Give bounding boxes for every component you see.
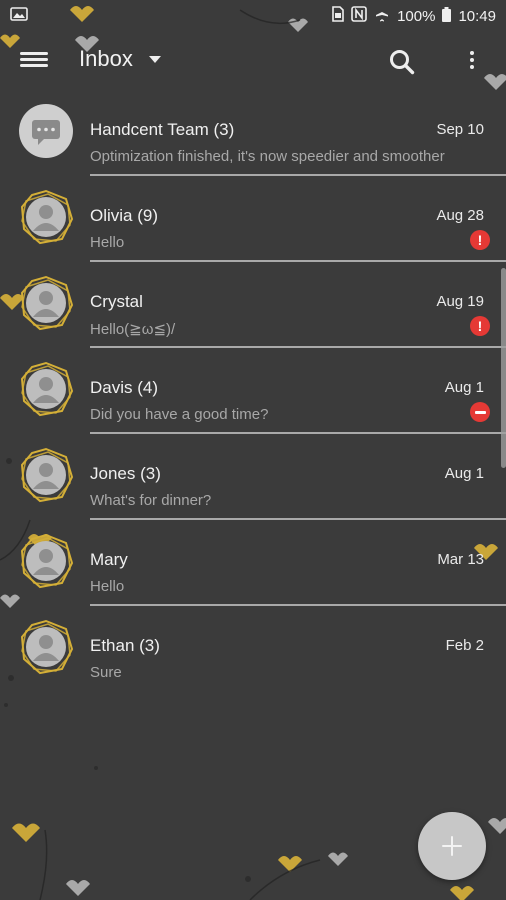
contact-name: Handcent Team (3) [90,120,235,139]
battery-icon [442,6,452,26]
nfc-icon [351,6,367,26]
page-title: Inbox [79,46,133,71]
sim-icon [332,6,344,26]
contact-name: Ethan (3) [90,636,160,655]
app-bar: Inbox [0,32,506,90]
message-date: Aug 1 [444,379,484,396]
plus-icon [442,836,462,856]
conversation-list: Handcent Team (3) Sep 10 Optimization fi… [0,88,506,690]
scrollbar[interactable] [501,268,506,468]
status-icons: 100% 10:49 [332,6,496,26]
message-snippet: Hello [90,234,125,251]
menu-button[interactable] [20,49,48,73]
message-snippet: Hello(≧ω≦)/ [90,321,176,338]
contact-name: Olivia (9) [90,206,159,225]
contact-avatar [18,275,74,331]
message-date: Sep 10 [436,121,484,138]
contact-avatar [18,361,74,417]
dropdown-caret-icon [148,55,161,63]
message-snippet: Sure [90,664,122,681]
conversation-row[interactable]: Davis (4) Aug 1 Did you have a good time… [0,346,506,434]
airplane-mode-icon [374,6,390,26]
compose-button[interactable] [418,812,486,880]
contact-avatar [18,189,74,245]
message-date: Feb 2 [445,637,484,654]
battery-percent: 100% [397,7,436,25]
message-snippet: What's for dinner? [90,492,212,509]
contact-avatar [18,447,74,503]
message-date: Mar 13 [437,551,484,568]
gallery-notification-icon [10,7,28,25]
contact-avatar [18,533,74,589]
message-snippet: Optimization finished, it's now speedier… [90,148,445,165]
conversation-row[interactable]: Handcent Team (3) Sep 10 Optimization fi… [0,88,506,176]
status-bar: 100% 10:49 [0,0,506,32]
clock: 10:49 [458,7,496,25]
more-options-button[interactable] [464,48,480,76]
conversation-row[interactable]: Mary Mar 13 Hello [0,518,506,606]
chat-avatar-icon [18,103,74,159]
conversation-row[interactable]: Crystal Aug 19 Hello(≧ω≦)/ ! [0,260,506,348]
inbox-folder-selector[interactable]: Inbox [79,46,161,72]
message-date: Aug 19 [436,293,484,310]
message-date: Aug 1 [444,465,484,482]
contact-name: Crystal [90,292,143,311]
conversation-row[interactable]: Ethan (3) Feb 2 Sure [0,604,506,690]
conversation-row[interactable]: Olivia (9) Aug 28 Hello ! [0,174,506,262]
blocked-icon [470,402,490,422]
message-snippet: Did you have a good time? [90,406,269,423]
contact-name: Davis (4) [90,378,159,397]
conversation-row[interactable]: Jones (3) Aug 1 What's for dinner? [0,432,506,520]
send-failed-icon: ! [470,316,490,336]
contact-avatar [18,619,74,675]
search-icon [390,50,415,75]
message-snippet: Hello [90,578,125,595]
message-date: Aug 28 [436,207,484,224]
send-failed-icon: ! [470,230,490,250]
search-button[interactable] [388,48,416,76]
contact-name: Mary [90,550,128,569]
contact-name: Jones (3) [90,464,161,483]
